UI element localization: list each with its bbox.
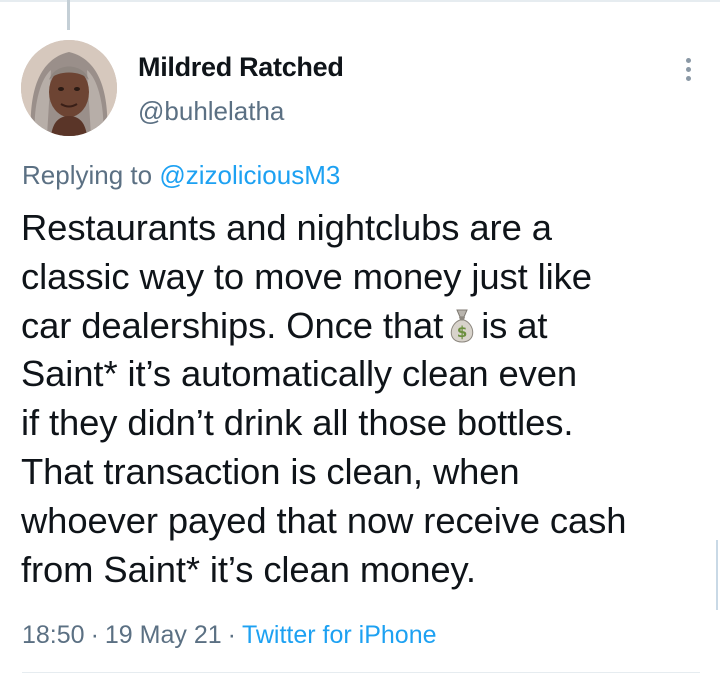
tweet-time[interactable]: 18:50: [22, 621, 85, 649]
svg-text:$: $: [457, 323, 467, 341]
more-dot: [685, 66, 691, 72]
display-name[interactable]: Mildred Ratched: [138, 52, 344, 83]
tweet-text-line: if they didn’t drink all those bottles.: [21, 402, 574, 444]
tweet-text-line: whoever payed that now receive cash: [21, 499, 627, 541]
tweet-text-line: classic way to move money just like: [21, 255, 592, 297]
tweet-date[interactable]: 19 May 21: [105, 621, 222, 649]
avatar-image: [21, 40, 117, 136]
tweet-text-line: from Saint* it’s clean money.: [21, 548, 476, 590]
tweet-text-line: Restaurants and nightclubs are a: [21, 207, 552, 248]
tweet-text: Restaurants and nightclubs are a classic…: [21, 204, 706, 594]
bottom-divider: [22, 672, 700, 673]
tweet-source-link[interactable]: Twitter for iPhone: [242, 621, 437, 649]
tweet-text-line: That transaction is clean, when: [21, 450, 520, 492]
replying-to-label: Replying to: [22, 160, 153, 190]
thread-connector-line: [67, 0, 70, 30]
tweet-text-line: Saint* it’s automatically clean even: [21, 353, 578, 395]
avatar[interactable]: [21, 40, 117, 136]
user-handle[interactable]: @buhlelatha: [138, 96, 284, 127]
scrollbar-thumb[interactable]: [716, 540, 718, 610]
replying-to-handle-link[interactable]: @zizoliciousM3: [159, 160, 340, 190]
tweet-text-line-with-emoji: car dealerships. Once that $ is at: [21, 302, 706, 351]
tweet-metadata: 18:50 · 19 May 21 · Twitter for iPhone: [22, 621, 437, 650]
meta-separator: ·: [227, 621, 236, 649]
more-dot: [685, 75, 691, 81]
money-bag-icon: $: [450, 309, 474, 343]
more-dot: [685, 57, 691, 63]
top-divider: [0, 0, 720, 2]
meta-separator: ·: [90, 621, 99, 649]
tweet-text-segment: is at: [481, 304, 548, 346]
replying-to: Replying to @zizoliciousM3: [22, 160, 340, 191]
tweet-text-segment: car dealerships. Once that: [21, 304, 444, 346]
more-options-icon[interactable]: [676, 52, 700, 86]
